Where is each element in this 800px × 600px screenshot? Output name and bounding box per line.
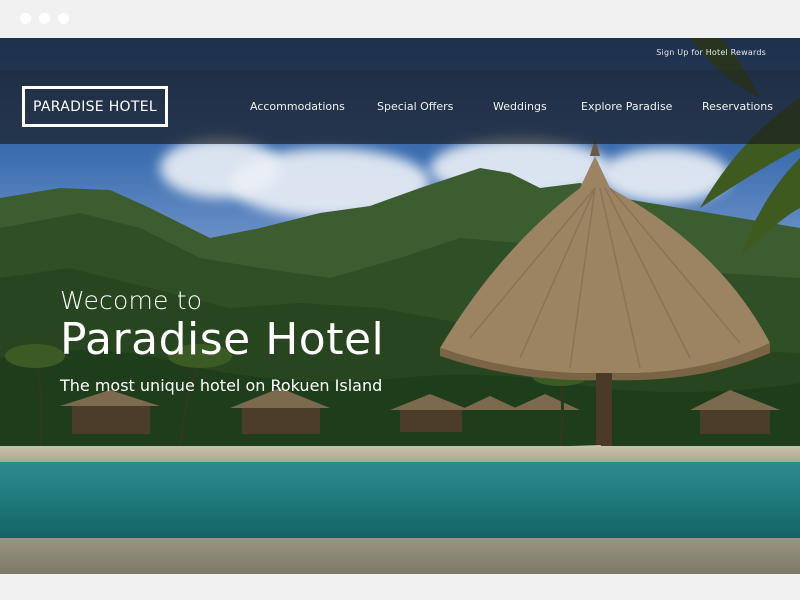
utility-bar: Sign Up for Hotel Rewards: [0, 38, 800, 70]
browser-titlebar: [0, 0, 800, 38]
nav-item-reservations[interactable]: Reservations: [702, 100, 773, 113]
window-close-dot-icon[interactable]: [20, 13, 31, 24]
foreground-sand: [0, 538, 800, 574]
nav-item-weddings[interactable]: Weddings: [493, 100, 547, 113]
hero-tagline: The most unique hotel on Rokuen Island: [60, 376, 383, 395]
window-minimize-dot-icon[interactable]: [39, 13, 50, 24]
page-viewport: Sign Up for Hotel Rewards PARADISE HOTEL…: [0, 38, 800, 574]
main-navigation: PARADISE HOTEL Accommodations Special Of…: [0, 70, 800, 144]
hotel-logo[interactable]: PARADISE HOTEL: [22, 86, 168, 127]
browser-window: Sign Up for Hotel Rewards PARADISE HOTEL…: [0, 0, 800, 600]
browser-bottom-bar: [0, 574, 800, 600]
nav-item-special-offers[interactable]: Special Offers: [377, 100, 453, 113]
rewards-signup-link[interactable]: Sign Up for Hotel Rewards: [656, 48, 766, 57]
window-maximize-dot-icon[interactable]: [58, 13, 69, 24]
nav-item-explore-paradise[interactable]: Explore Paradise: [581, 100, 672, 113]
logo-text: PARADISE HOTEL: [33, 98, 157, 115]
nav-item-accommodations[interactable]: Accommodations: [250, 100, 345, 113]
hero-welcome: Wecome to: [60, 286, 203, 315]
hero-title: Paradise Hotel: [60, 314, 385, 365]
